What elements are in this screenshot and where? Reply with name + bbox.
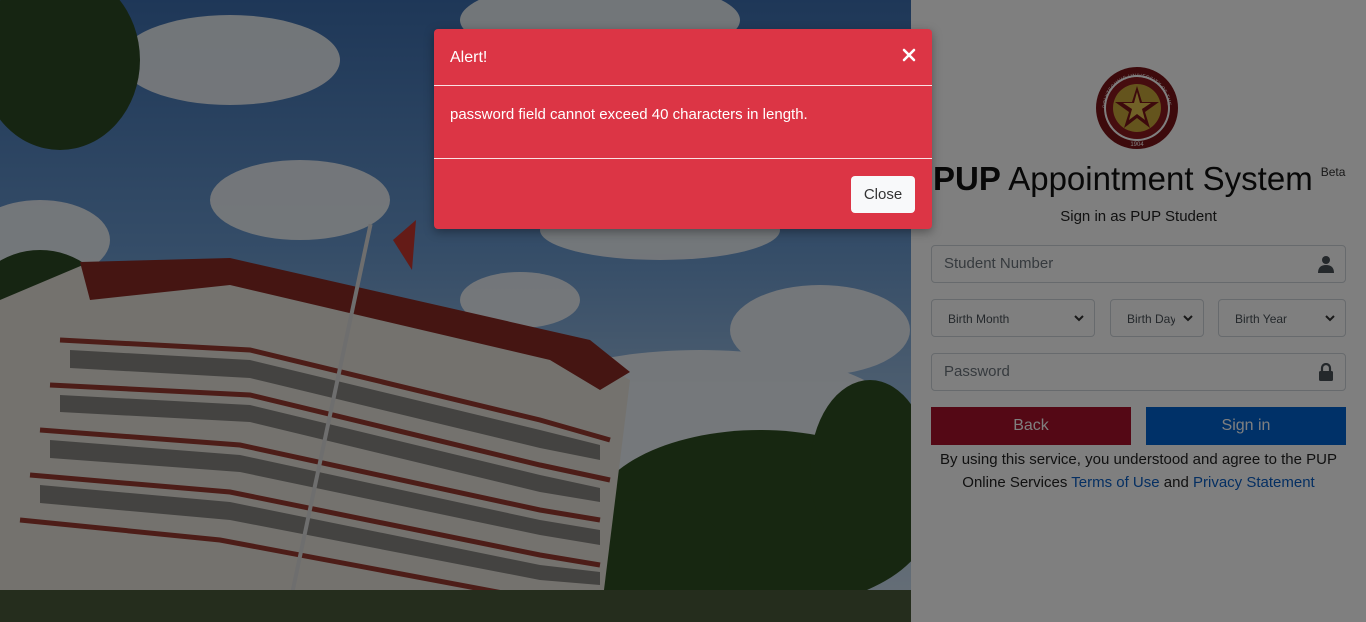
alert-message: password field cannot exceed 40 characte…	[450, 106, 808, 123]
alert-modal-body: password field cannot exceed 40 characte…	[434, 86, 932, 159]
alert-title: Alert!	[450, 49, 488, 66]
alert-modal-header: Alert!	[434, 29, 932, 86]
alert-modal: Alert! password field cannot exceed 40 c…	[434, 29, 932, 229]
close-icon[interactable]	[902, 48, 916, 62]
close-button[interactable]: Close	[851, 176, 915, 213]
